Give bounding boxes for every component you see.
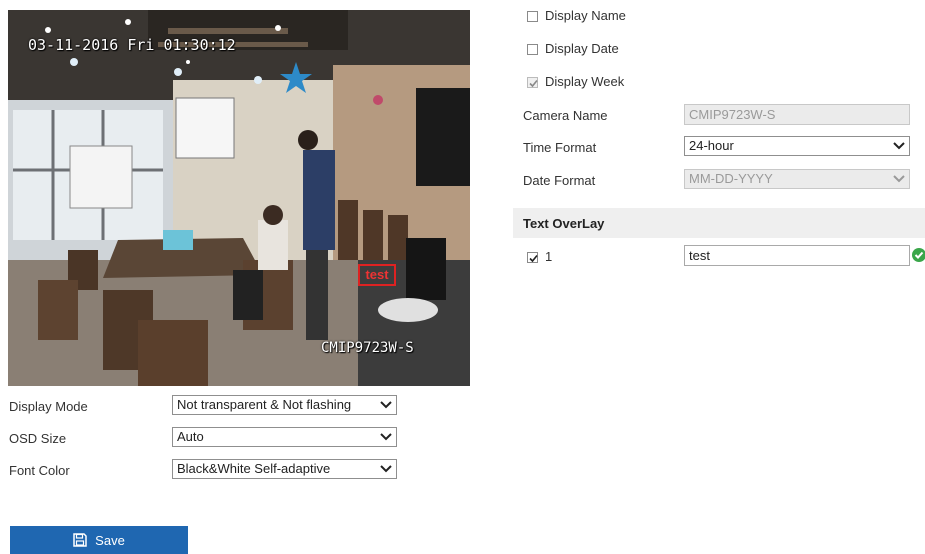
overlay-1-text-input[interactable]: test <box>684 245 910 266</box>
checkmark-icon <box>529 254 538 263</box>
chevron-down-icon <box>893 175 905 183</box>
valid-check-icon <box>912 248 925 262</box>
display-mode-value: Not transparent & Not flashing <box>177 397 352 412</box>
floppy-disk-icon <box>73 533 87 547</box>
chevron-down-icon <box>380 433 392 441</box>
osd-size-value: Auto <box>177 429 204 444</box>
display-mode-select[interactable]: Not transparent & Not flashing <box>172 395 397 415</box>
osd-datetime[interactable]: 03-11-2016 Fri 01:30:12 <box>28 36 236 54</box>
osd-size-label: OSD Size <box>9 431 67 446</box>
display-name-label: Display Name <box>545 8 626 23</box>
text-overlay-header: Text OverLay <box>513 208 925 238</box>
save-button[interactable]: Save <box>10 526 188 554</box>
display-name-checkbox[interactable] <box>527 11 538 22</box>
osd-camera-name[interactable]: CMIP9723W-S <box>321 340 414 356</box>
font-color-select[interactable]: Black&White Self-adaptive <box>172 459 397 479</box>
display-week-label: Display Week <box>545 74 625 89</box>
osd-text-overlay[interactable]: test <box>358 264 396 286</box>
text-overlay-title: Text OverLay <box>523 216 605 231</box>
display-date-checkbox[interactable] <box>527 44 538 55</box>
display-week-checkbox[interactable] <box>527 77 538 88</box>
save-button-label: Save <box>95 532 125 548</box>
video-preview: 03-11-2016 Fri 01:30:12 CMIP9723W-S test <box>8 10 470 386</box>
display-date-label: Display Date <box>545 41 619 56</box>
time-format-label: Time Format <box>523 140 597 155</box>
date-format-select[interactable]: MM-DD-YYYY <box>684 169 910 189</box>
date-format-label: Date Format <box>523 173 596 188</box>
camera-name-label: Camera Name <box>523 108 608 123</box>
chevron-down-icon <box>380 465 392 473</box>
overlay-1-checkbox[interactable] <box>527 252 538 263</box>
display-mode-label: Display Mode <box>9 399 88 414</box>
checkmark-icon <box>529 79 538 88</box>
time-format-value: 24-hour <box>689 138 734 153</box>
camera-scene-image <box>8 10 470 386</box>
overlay-1-index: 1 <box>545 249 553 264</box>
osd-size-select[interactable]: Auto <box>172 427 397 447</box>
date-format-value: MM-DD-YYYY <box>689 171 773 186</box>
chevron-down-icon <box>893 142 905 150</box>
camera-name-input[interactable]: CMIP9723W-S <box>684 104 910 125</box>
font-color-value: Black&White Self-adaptive <box>177 461 331 476</box>
chevron-down-icon <box>380 401 392 409</box>
font-color-label: Font Color <box>9 463 70 478</box>
time-format-select[interactable]: 24-hour <box>684 136 910 156</box>
